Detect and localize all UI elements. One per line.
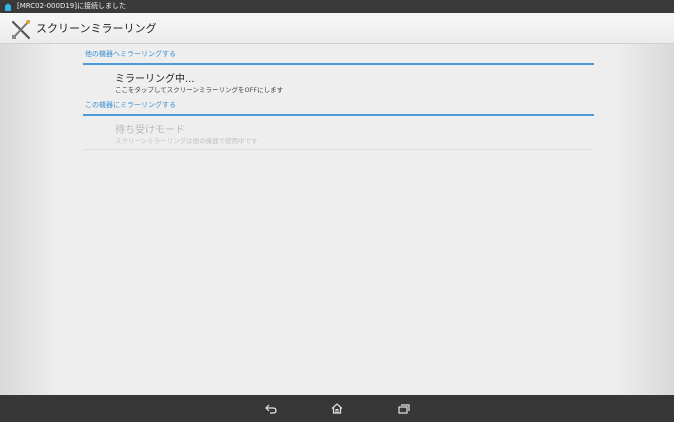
status-bar: [MRC02-000D19]に接続しました: [0, 0, 674, 13]
list-item-standby-mode: 待ち受けモード スクリーンミラーリングは他の機器で使用中です: [83, 116, 594, 150]
left-margin: [0, 44, 53, 395]
home-button[interactable]: [317, 395, 357, 422]
right-margin: [621, 44, 674, 395]
settings-list: 他の機器へミラーリングする ミラーリング中... ここをタップしてスクリーンミラ…: [53, 44, 621, 395]
item-subtitle: ここをタップしてスクリーンミラーリングをOFFにします: [115, 86, 284, 94]
list-item-mirroring-active[interactable]: ミラーリング中... ここをタップしてスクリーンミラーリングをOFFにします: [83, 65, 594, 95]
page-title: スクリーンミラーリング: [36, 22, 157, 35]
action-bar: スクリーンミラーリング: [0, 13, 674, 44]
divider: [83, 149, 594, 150]
recent-apps-button[interactable]: [384, 395, 424, 422]
section-header-mirror-to-other: 他の機器へミラーリングする: [83, 46, 594, 65]
item-subtitle: スクリーンミラーリングは他の機器で使用中です: [115, 137, 258, 145]
recent-apps-icon: [398, 403, 410, 414]
item-title: ミラーリング中...: [115, 74, 195, 85]
item-title: 待ち受けモード: [115, 125, 185, 136]
screen-mirroring-app-icon[interactable]: [10, 19, 32, 40]
navigation-bar: [0, 395, 674, 422]
status-notification-text: [MRC02-000D19]に接続しました: [17, 2, 126, 10]
back-button[interactable]: [251, 395, 291, 422]
home-icon: [331, 403, 343, 414]
android-notification-icon: [5, 3, 11, 11]
section-header-mirror-to-this: この機器にミラーリングする: [83, 97, 594, 116]
back-icon: [265, 404, 277, 414]
